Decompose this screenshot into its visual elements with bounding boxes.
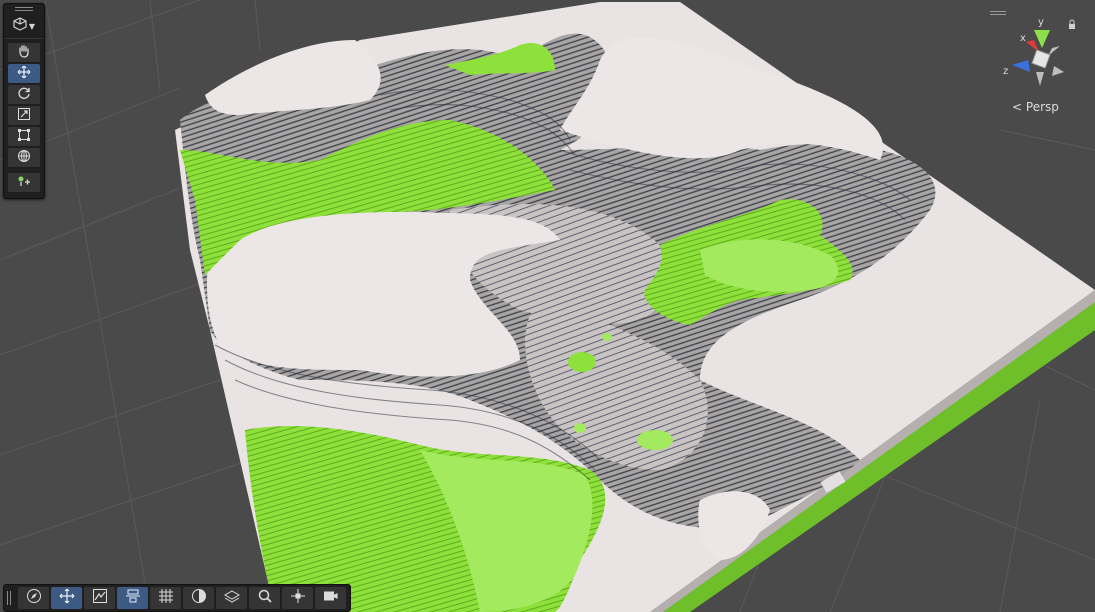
scale-icon bbox=[17, 106, 31, 125]
transform-globe-icon bbox=[17, 148, 31, 167]
custom-editor-tool-button[interactable] bbox=[8, 173, 40, 192]
grid-snap-button[interactable] bbox=[150, 587, 181, 609]
hand-tool-button[interactable] bbox=[8, 43, 40, 62]
scale-tool-button[interactable] bbox=[8, 106, 40, 125]
layer-button[interactable] bbox=[216, 587, 247, 609]
axis-neg-y-cone[interactable] bbox=[1036, 72, 1044, 86]
rotate-icon bbox=[17, 85, 31, 104]
align-button[interactable] bbox=[117, 587, 148, 609]
search-button[interactable] bbox=[249, 587, 280, 609]
axis-z-cone[interactable] bbox=[1012, 60, 1030, 72]
move-handle-button[interactable] bbox=[51, 587, 82, 609]
cube-icon bbox=[13, 17, 27, 35]
scene-viewport[interactable] bbox=[0, 0, 1095, 612]
dropdown-caret-icon: ▼ bbox=[28, 21, 36, 31]
search-icon bbox=[257, 588, 273, 608]
move-tool-button[interactable] bbox=[8, 64, 40, 83]
camera-icon bbox=[323, 588, 339, 608]
axis-x-label: x bbox=[1020, 33, 1026, 44]
axis-z-label: z bbox=[1003, 66, 1008, 77]
overlay-toolbar bbox=[3, 584, 351, 612]
palette-drag-handle[interactable] bbox=[4, 4, 44, 14]
lock-icon[interactable] bbox=[1069, 19, 1075, 29]
camera-button[interactable] bbox=[315, 587, 346, 609]
rect-transform-icon bbox=[17, 127, 31, 146]
chevron-left-icon: < bbox=[1012, 100, 1023, 114]
grid-snap-icon bbox=[158, 588, 174, 608]
view-options-dropdown[interactable]: ▼ bbox=[4, 14, 44, 39]
align-bars-icon bbox=[125, 588, 141, 608]
shading-button[interactable] bbox=[183, 587, 214, 609]
move-arrows-icon bbox=[17, 64, 31, 83]
pivot-icon bbox=[290, 588, 306, 608]
shading-sphere-icon bbox=[191, 588, 207, 608]
rect-tool-button[interactable] bbox=[8, 127, 40, 146]
transform-tool-button[interactable] bbox=[8, 148, 40, 167]
compass-tool-button[interactable] bbox=[18, 587, 49, 609]
layers-icon bbox=[223, 588, 240, 608]
rotate-tool-button[interactable] bbox=[8, 85, 40, 104]
axis-y-cone[interactable] bbox=[1034, 30, 1050, 48]
axis-y-label: y bbox=[1038, 17, 1044, 28]
terrain-edit-button[interactable] bbox=[84, 587, 115, 609]
projection-label: Persp bbox=[1025, 100, 1059, 114]
compass-icon bbox=[26, 588, 42, 608]
custom-tool-icon bbox=[17, 173, 31, 192]
projection-toggle[interactable]: < Persp bbox=[1012, 100, 1059, 114]
tool-palette: ▼ bbox=[3, 3, 45, 199]
axis-neg-z-cone[interactable] bbox=[1052, 66, 1064, 76]
hand-icon bbox=[17, 43, 31, 62]
gizmo-center-cube[interactable] bbox=[1031, 49, 1051, 69]
terrain-edit-icon bbox=[92, 588, 108, 608]
toolbar-drag-handle[interactable] bbox=[6, 589, 12, 607]
move-arrows-icon bbox=[59, 588, 75, 608]
pivot-button[interactable] bbox=[282, 587, 313, 609]
